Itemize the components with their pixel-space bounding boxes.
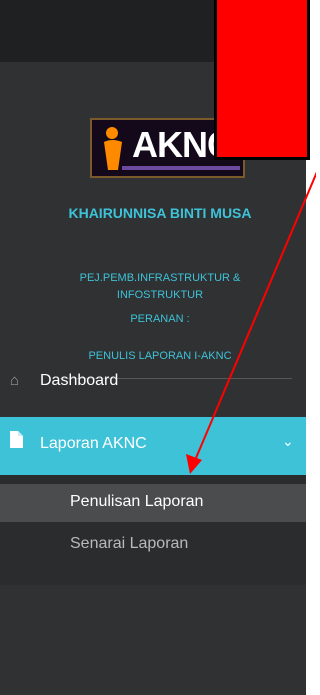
annotation-arrow (186, 171, 316, 474)
